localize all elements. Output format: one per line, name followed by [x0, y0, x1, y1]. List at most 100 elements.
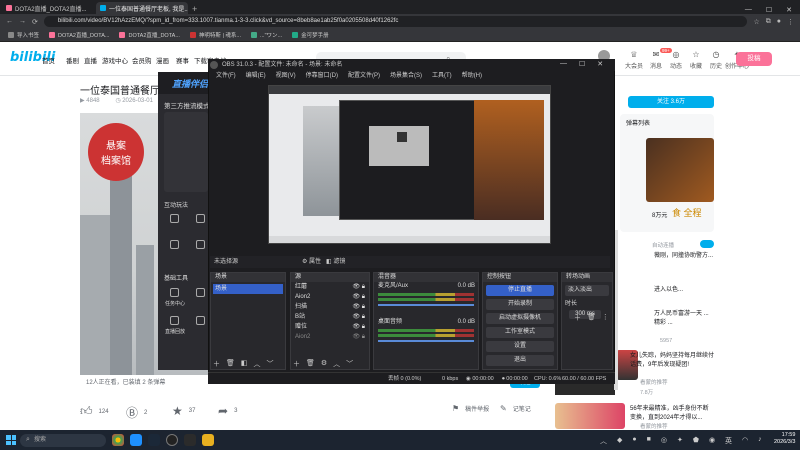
- upload-button[interactable]: 投稿: [736, 52, 772, 66]
- nav-item[interactable]: 漫画: [156, 55, 169, 65]
- source-item[interactable]: Aion2 👁︎ 🔒︎: [291, 292, 369, 302]
- rec-title[interactable]: 56年来最精准，凶手身份不断变换，直到2024年才得以...: [630, 405, 714, 423]
- share-button[interactable]: ➦ 3: [218, 404, 237, 418]
- filters-button[interactable]: ◧ 滤镜: [326, 256, 345, 268]
- eye-lock-icon[interactable]: 👁︎ 🔒︎: [353, 322, 369, 332]
- nav-item[interactable]: 首页: [42, 55, 55, 65]
- back-icon[interactable]: ←: [6, 18, 13, 25]
- studio-mode-button[interactable]: 工作室模式: [486, 327, 554, 338]
- bookmark-item[interactable]: 神明特斯 | 魂系...: [189, 31, 241, 39]
- volume-slider[interactable]: [378, 340, 474, 342]
- source-item[interactable]: 红蘑 👁︎ 🔒︎: [291, 282, 369, 292]
- obs-preview-canvas[interactable]: [268, 85, 551, 244]
- taskbar-search-input[interactable]: 搜索: [20, 434, 106, 447]
- rec-title[interactable]: 女儿失踪，妈妈坚持每月继续付话费，9年后发现疑团!: [630, 352, 714, 370]
- app-icon[interactable]: [202, 434, 214, 446]
- settings-button[interactable]: 设置: [486, 341, 554, 352]
- eye-lock-icon[interactable]: 👁︎ 🔒︎: [353, 282, 369, 292]
- coin-button[interactable]: Ⓑ 2: [126, 404, 147, 421]
- task-icon[interactable]: [170, 288, 179, 297]
- filter-icon[interactable]: ◧: [241, 359, 248, 369]
- header-favorites[interactable]: ☆ 收藏: [686, 50, 706, 70]
- nav-item[interactable]: 直播: [84, 55, 97, 65]
- down-icon[interactable]: ﹀: [346, 359, 353, 369]
- obs-taskbar-icon[interactable]: [166, 434, 178, 446]
- bookmark-item[interactable]: DOTA2直播_DOTA...: [119, 31, 180, 39]
- menu-edit[interactable]: 编辑(E): [246, 71, 266, 82]
- tray-app-icon[interactable]: ✦: [677, 436, 683, 446]
- extra-tool-icon[interactable]: [196, 316, 205, 325]
- forward-icon[interactable]: →: [19, 18, 26, 25]
- notes-button[interactable]: ✎ 记笔记: [500, 404, 531, 413]
- source-item[interactable]: Aion2 👁︎ 🔒︎: [291, 332, 369, 342]
- tray-app-icon[interactable]: ●: [632, 436, 636, 446]
- menu-scene-collection[interactable]: 场景集合(S): [390, 71, 422, 82]
- close-icon[interactable]: ✕: [786, 6, 792, 14]
- menu-tools[interactable]: 工具(T): [432, 71, 452, 82]
- browser-tab-active[interactable]: 一位泰国普通餐厅老板, 我是...: [96, 2, 188, 14]
- chrome-icon[interactable]: [112, 434, 124, 446]
- up-icon[interactable]: ︿: [254, 359, 261, 369]
- gamepad-icon[interactable]: [170, 240, 179, 249]
- transition-select[interactable]: 淡入淡出: [565, 285, 609, 296]
- taskbar-clock[interactable]: 17:59 2026/3/3: [774, 432, 795, 446]
- follow-button[interactable]: 关注 3.6万: [628, 96, 714, 108]
- menu-icon[interactable]: ⋮: [602, 313, 609, 323]
- menu-file[interactable]: 文件(F): [216, 71, 236, 82]
- trash-icon[interactable]: 🗑︎: [306, 359, 315, 369]
- menu-help[interactable]: 帮助(H): [462, 71, 482, 82]
- menu-docks[interactable]: 停靠窗口(D): [306, 71, 338, 82]
- add-icon[interactable]: ＋: [213, 359, 220, 369]
- menu-profile[interactable]: 配置文件(P): [348, 71, 380, 82]
- shield-icon[interactable]: [196, 214, 205, 223]
- trash-icon[interactable]: 🗑︎: [587, 313, 596, 323]
- collect-button[interactable]: ★ 37: [172, 404, 195, 418]
- properties-button[interactable]: ⚙ 属性: [302, 256, 321, 268]
- tray-app-icon[interactable]: ◉: [709, 436, 715, 446]
- eye-lock-icon[interactable]: 👁︎ 🔒︎: [353, 302, 369, 312]
- header-message[interactable]: ✉ 消息: [646, 50, 666, 70]
- steam-icon[interactable]: [148, 434, 160, 446]
- minimize-icon[interactable]: —: [745, 6, 752, 14]
- exit-button[interactable]: 退出: [486, 355, 554, 366]
- up-icon[interactable]: ︿: [333, 359, 340, 369]
- tool-icon[interactable]: [196, 288, 205, 297]
- source-item[interactable]: 赠位 👁︎ 🔒︎: [291, 322, 369, 332]
- header-dynamic[interactable]: ◎ 动态: [666, 50, 686, 70]
- header-history[interactable]: ◷ 历史: [706, 50, 726, 70]
- tray-chevron-icon[interactable]: ︿: [600, 436, 607, 446]
- network-icon[interactable]: ◠: [742, 436, 748, 446]
- nav-item[interactable]: 游戏中心: [102, 55, 128, 65]
- tray-app-icon[interactable]: ◆: [617, 436, 622, 446]
- rec-title[interactable]: 薇刚，同撞协助警方...: [654, 252, 714, 261]
- start-recording-button[interactable]: 开始录制: [486, 299, 554, 310]
- nav-item[interactable]: 会员购: [132, 55, 152, 65]
- edge-icon[interactable]: [130, 434, 142, 446]
- ad-thumbnail[interactable]: [646, 138, 714, 202]
- nav-item[interactable]: 赛事: [176, 55, 189, 65]
- url-field[interactable]: bilibili.com/video/BV12hAzzEMQ/?spm_id_f…: [43, 16, 748, 27]
- menu-view[interactable]: 视图(V): [276, 71, 296, 82]
- autoplay-toggle[interactable]: [700, 240, 714, 248]
- eye-lock-icon[interactable]: 👁︎ 🔒︎: [353, 332, 369, 342]
- browser-tab[interactable]: DOTA2直播_DOTA2直播...: [2, 2, 94, 14]
- trash-icon[interactable]: 🗑︎: [226, 359, 235, 369]
- menu-icon[interactable]: ⋮: [787, 18, 794, 26]
- rec-title[interactable]: 8万元: [652, 212, 714, 221]
- source-item[interactable]: 扫描 👁︎ 🔒︎: [291, 302, 369, 312]
- tray-app-icon[interactable]: ◎: [661, 436, 667, 446]
- extensions-icon[interactable]: ⧉: [766, 18, 771, 26]
- danmu-list-title[interactable]: 弹幕列表: [626, 120, 650, 129]
- input-language[interactable]: 英: [725, 436, 732, 446]
- tray-app-icon[interactable]: ⬟: [693, 436, 699, 446]
- profile-icon[interactable]: ●: [777, 18, 781, 25]
- bookmark-item[interactable]: ..."ワン...: [251, 31, 282, 39]
- nav-item[interactable]: 番剧: [66, 55, 79, 65]
- bookmark-item[interactable]: DOTA2直播_DOTA...: [49, 31, 109, 39]
- report-button[interactable]: ⚑ 稿件举报: [452, 404, 489, 413]
- volume-icon[interactable]: ♪: [758, 436, 762, 446]
- tray-app-icon[interactable]: ■: [647, 436, 651, 446]
- grid-icon[interactable]: [196, 240, 205, 249]
- maximize-icon[interactable]: ☐: [766, 6, 772, 14]
- stream-mode[interactable]: 第三方推流模式: [164, 100, 210, 110]
